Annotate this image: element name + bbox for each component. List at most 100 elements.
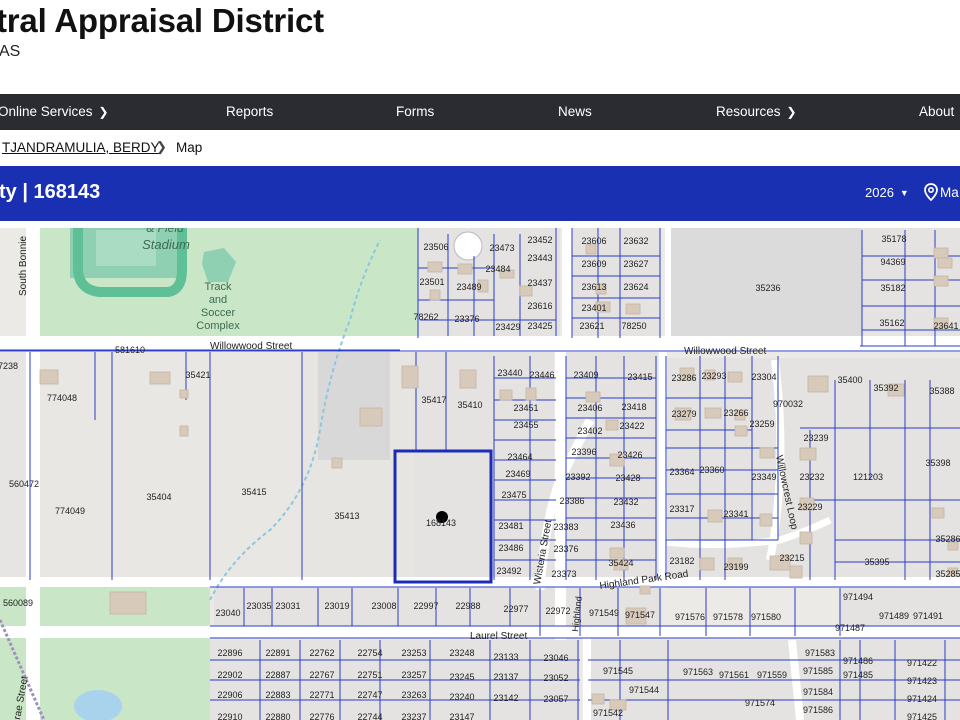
parcel-label: 22988 <box>455 601 480 611</box>
parcel-label: 23624 <box>623 282 648 292</box>
parcel-label: 23364 <box>669 467 694 477</box>
parcel-label: 23046 <box>543 653 568 663</box>
parcel-label: 23266 <box>723 408 748 418</box>
parcel-label: 35182 <box>880 283 905 293</box>
parcel-label: 35395 <box>864 557 889 567</box>
parcel-label: 971585 <box>803 666 833 676</box>
parcel-label: 23422 <box>619 421 644 431</box>
parcel-label: 23609 <box>581 259 606 269</box>
parcel-label: 23040 <box>215 608 240 618</box>
parcel-map[interactable]: Willowwood Street Willowwood Street Highla… <box>0 228 960 720</box>
nav-online-services[interactable]: Online Services ❯ <box>0 94 109 130</box>
parcel-label: 23239 <box>803 433 828 443</box>
parcel-label: 971422 <box>907 658 937 668</box>
landmark-label: Soccer <box>201 307 236 319</box>
parcel-label: 22910 <box>217 712 242 720</box>
building <box>734 425 748 437</box>
parcel-label: 23451 <box>513 403 538 413</box>
nav-reports[interactable]: Reports <box>226 94 273 130</box>
building <box>331 457 343 469</box>
nav-resources[interactable]: Resources ❯ <box>716 94 797 130</box>
block <box>0 350 30 580</box>
parcel-label: 23464 <box>507 452 532 462</box>
building <box>427 261 443 273</box>
street-label: South Bonnie <box>18 236 29 296</box>
parcel-label: 971423 <box>907 676 937 686</box>
parcel-label: 23484 <box>485 264 510 274</box>
chevron-right-icon: ❯ <box>786 105 797 119</box>
parcel-label: 23425 <box>527 321 552 331</box>
parcel-label: 23396 <box>571 447 596 457</box>
building <box>933 275 949 287</box>
parcel-label: 35392 <box>873 383 898 393</box>
parcel-label: 94369 <box>880 257 905 267</box>
building <box>525 387 537 401</box>
parcel-label: 23613 <box>581 282 606 292</box>
map-link[interactable]: Ma <box>924 183 959 202</box>
nav-forms[interactable]: Forms <box>396 94 434 130</box>
parcel-label: 23426 <box>617 450 642 460</box>
parcel-label: 971559 <box>757 670 787 680</box>
building <box>727 371 743 383</box>
parcel-label: 23402 <box>577 426 602 436</box>
building <box>457 263 473 275</box>
parcel-label: 23237 <box>401 712 426 720</box>
parcel-label: 971586 <box>803 705 833 715</box>
building <box>704 407 722 419</box>
parcel-label: 23142 <box>493 693 518 703</box>
nav-about[interactable]: About <box>919 94 954 130</box>
parcel-label: 22896 <box>217 648 242 658</box>
road-south-bonnie <box>26 228 40 720</box>
parcel-label: 23436 <box>610 520 635 530</box>
parcel-label: 23052 <box>543 673 568 683</box>
building <box>799 447 817 461</box>
building <box>585 391 601 403</box>
parcel-label: 23257 <box>401 670 426 680</box>
building <box>179 425 189 437</box>
parcel-label: 23455 <box>513 420 538 430</box>
landmark-label: Stadium <box>142 237 190 252</box>
parcel-label: 23415 <box>627 372 652 382</box>
year-select[interactable]: 2026 ▼ <box>865 185 909 200</box>
parcel-label: 23199 <box>723 562 748 572</box>
parcel-label: 23229 <box>797 502 822 512</box>
parcel-label: 560472 <box>9 479 39 489</box>
parcel-label: 23279 <box>671 409 696 419</box>
road-highland-north <box>583 638 591 720</box>
parcel-label: 22754 <box>357 648 382 658</box>
building <box>625 303 641 315</box>
nav-news[interactable]: News <box>558 94 592 130</box>
parcel-label: 23392 <box>565 472 590 482</box>
parcel-label: 23452 <box>527 235 552 245</box>
parcel-label: 23632 <box>623 236 648 246</box>
parcel-label: 971545 <box>603 666 633 676</box>
map-link-label: Ma <box>940 185 959 200</box>
map-pin-icon <box>924 183 938 202</box>
parcel-label: 971425 <box>907 712 937 720</box>
site-title[interactable]: tral Appraisal District <box>0 2 324 40</box>
parcel-label: 971574 <box>745 698 775 708</box>
breadcrumb-owner-link[interactable]: TJANDRAMULIA, BERDY <box>2 140 160 155</box>
parcel-label: 22883 <box>265 690 290 700</box>
map-canvas[interactable]: Willowwood Street Willowwood StreetHighla… <box>0 228 960 720</box>
block <box>566 352 658 582</box>
parcel-label: 971489 <box>879 611 909 621</box>
parcel-label: 23349 <box>751 472 776 482</box>
year-value: 2026 <box>865 185 894 200</box>
parcel-label: 22972 <box>545 606 570 616</box>
parcel-label: 971583 <box>805 648 835 658</box>
parcel-label: 971584 <box>803 687 833 697</box>
parcel-label: 23341 <box>723 509 748 519</box>
parcel-label: 23373 <box>551 569 576 579</box>
parcel-label: 23469 <box>505 469 530 479</box>
parcel-label: 35400 <box>837 375 862 385</box>
parcel-label: 23293 <box>701 371 726 381</box>
parcel-label: 23259 <box>749 419 774 429</box>
parcel-label: 971486 <box>843 656 873 666</box>
parcel-label: 23481 <box>498 521 523 531</box>
building <box>639 585 651 595</box>
parcel-label: 23248 <box>449 648 474 658</box>
parcel-label: 23501 <box>419 277 444 287</box>
parcel-label: 23286 <box>671 373 696 383</box>
parcel-label: 23446 <box>529 370 554 380</box>
